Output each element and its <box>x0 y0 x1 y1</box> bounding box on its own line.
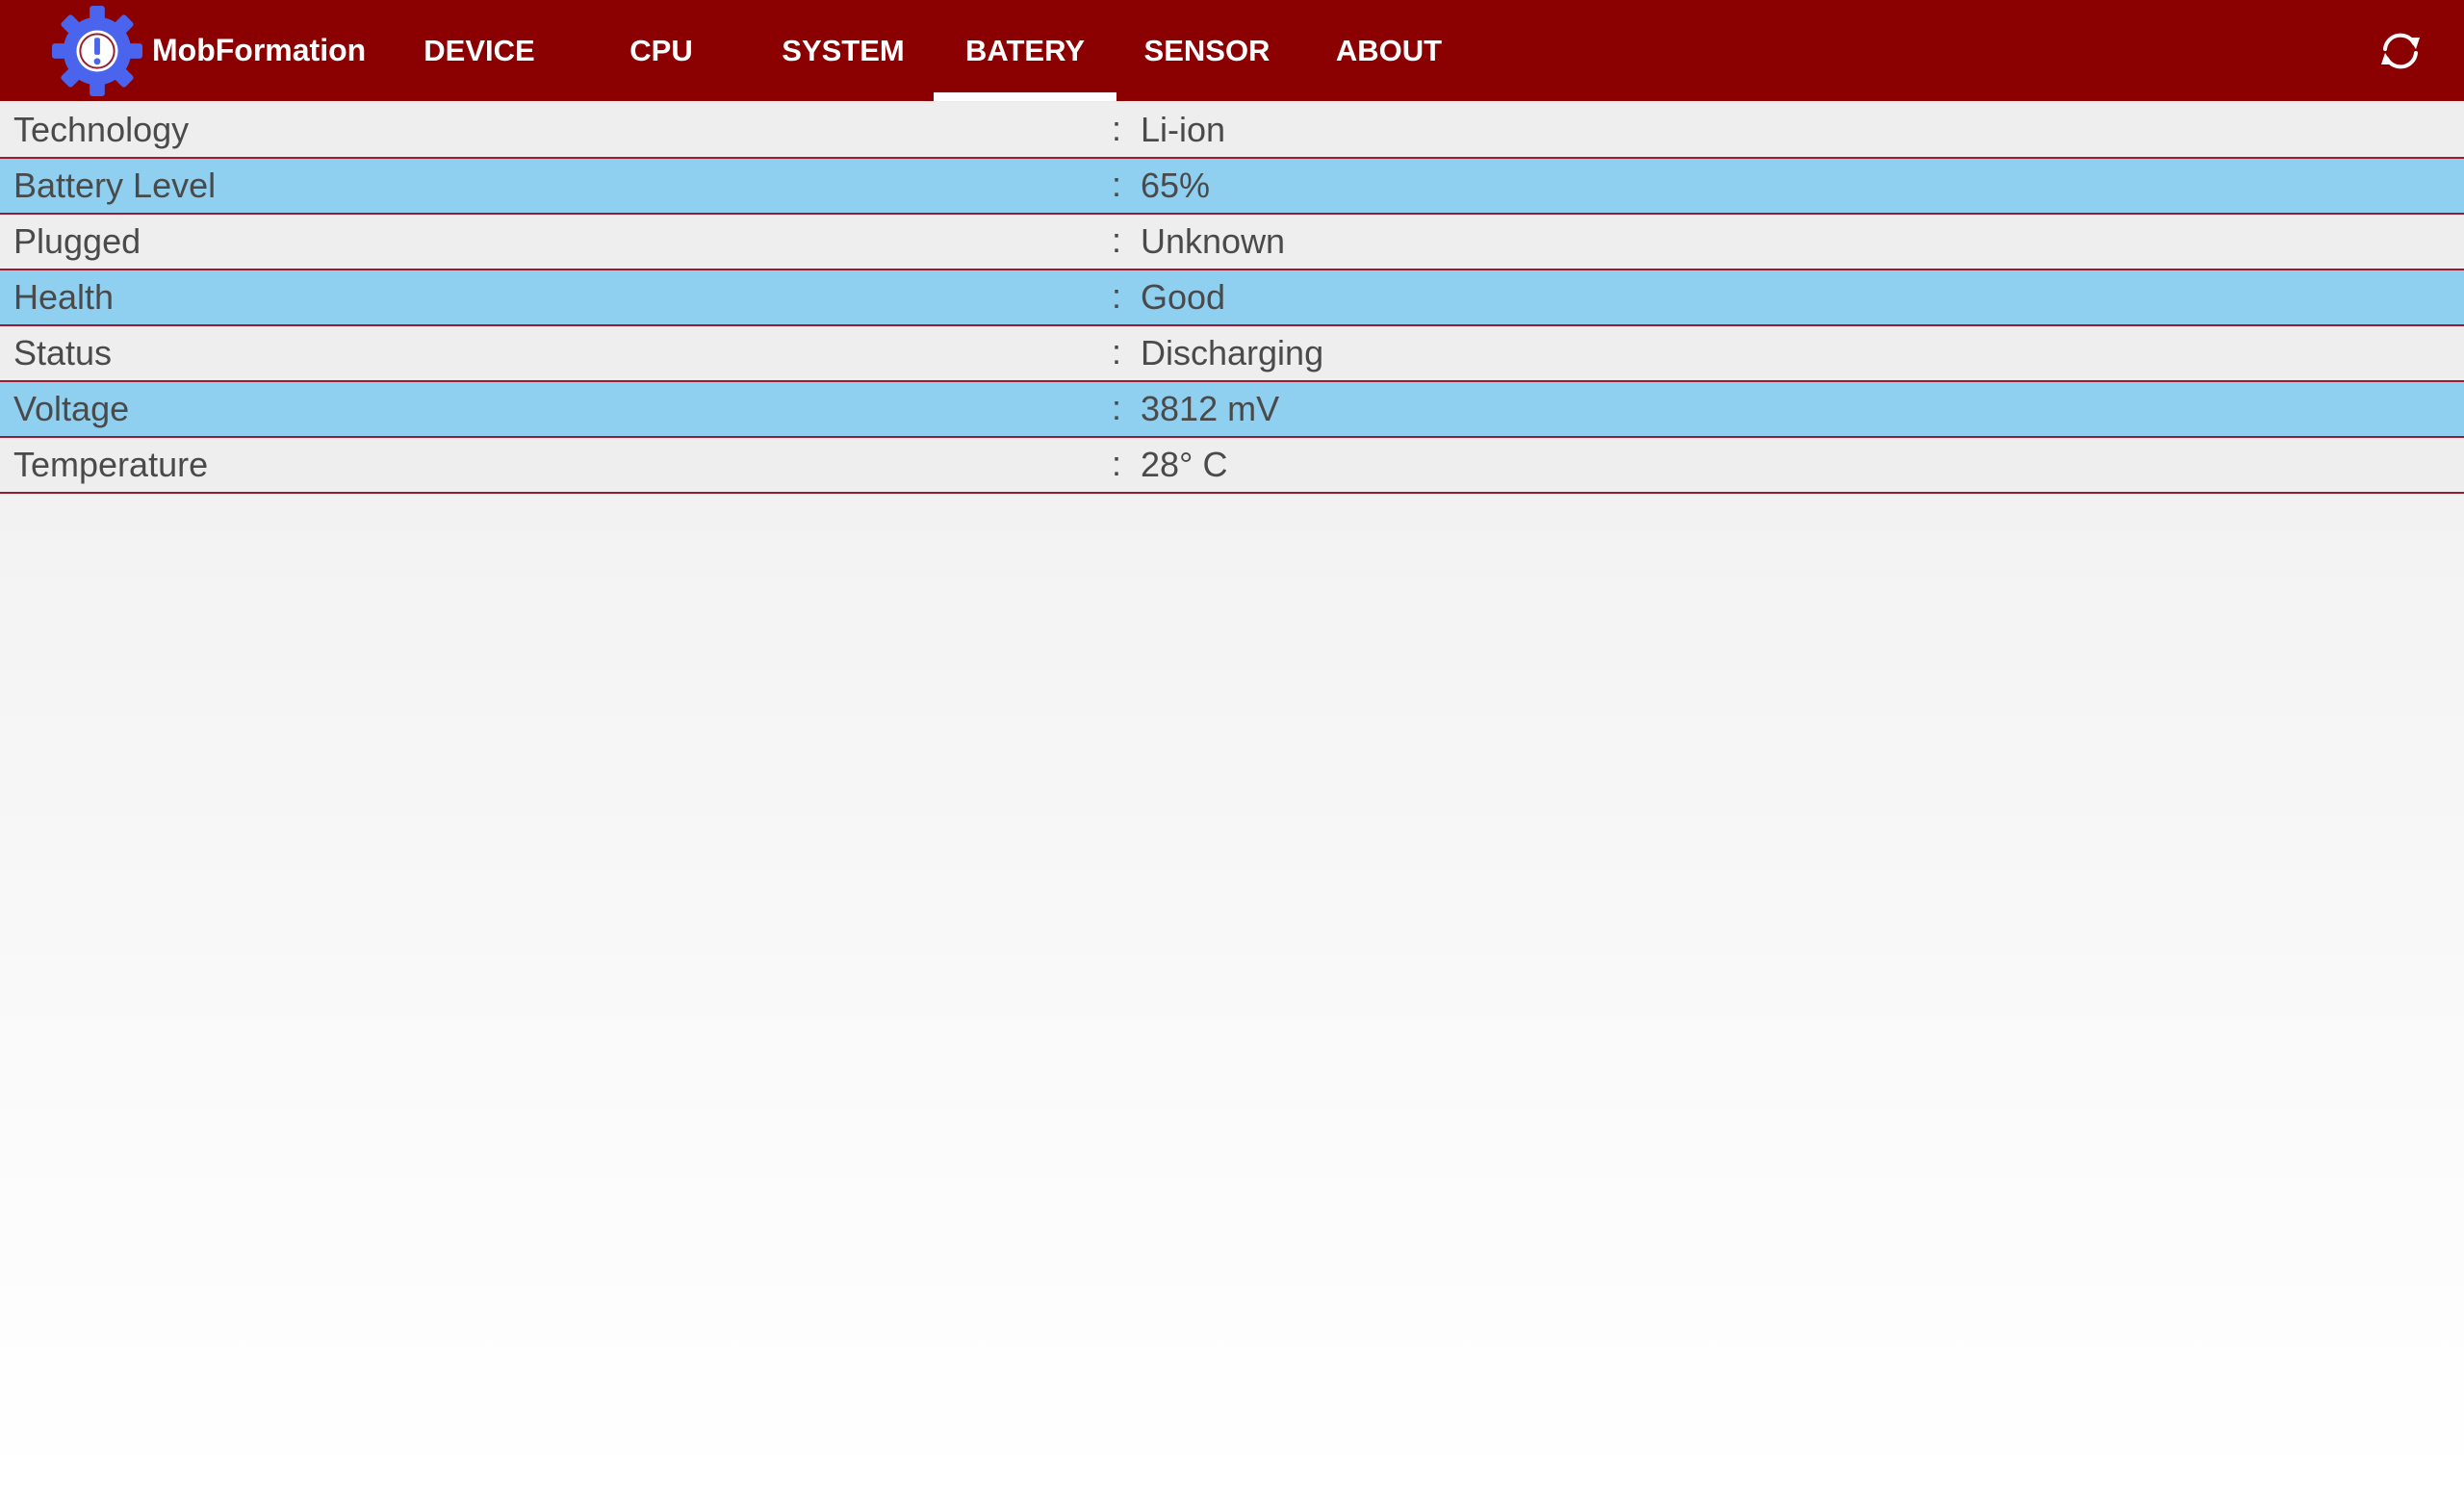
row-value: 28° C <box>1141 445 1228 484</box>
tab-battery[interactable]: BATERY <box>934 0 1116 101</box>
row-separator: : <box>1112 276 1122 316</box>
row-label: Health <box>13 277 115 317</box>
app-title: MobFormation <box>152 33 367 67</box>
row-label: Technology <box>13 110 190 149</box>
table-row-temperature: Temperature : 28° C <box>0 438 2464 494</box>
row-value: 65% <box>1141 166 1211 205</box>
battery-info-table: Technology : Li-ion Battery Level : 65% … <box>0 103 2464 494</box>
row-value: Unknown <box>1141 221 1286 261</box>
row-separator: : <box>1112 165 1122 204</box>
row-value: Li-ion <box>1141 110 1226 149</box>
table-row-voltage: Voltage : 3812 mV <box>0 382 2464 438</box>
tab-system[interactable]: SYSTEM <box>752 0 935 101</box>
table-row-plugged: Plugged : Unknown <box>0 215 2464 270</box>
row-label: Status <box>13 333 113 372</box>
row-label: Battery Level <box>13 166 217 205</box>
table-row-health: Health : Good <box>0 270 2464 326</box>
row-separator: : <box>1112 388 1122 427</box>
row-separator: : <box>1112 109 1122 148</box>
row-label: Plugged <box>13 221 141 261</box>
row-separator: : <box>1112 332 1122 372</box>
gear-info-icon <box>51 5 143 97</box>
table-row-technology: Technology : Li-ion <box>0 103 2464 159</box>
tab-device[interactable]: DEVICE <box>388 0 571 101</box>
row-label: Temperature <box>13 445 209 484</box>
table-row-status: Status : Discharging <box>0 326 2464 382</box>
row-value: Discharging <box>1141 333 1324 372</box>
row-separator: : <box>1112 444 1122 483</box>
app-bar: MobFormation DEVICE CPU SYSTEM BATERY SE… <box>0 0 2464 101</box>
tab-about[interactable]: ABOUT <box>1297 0 1480 101</box>
refresh-icon[interactable] <box>2377 28 2424 74</box>
row-separator: : <box>1112 220 1122 260</box>
row-label: Voltage <box>13 389 130 428</box>
tab-sensor[interactable]: SENSOR <box>1116 0 1298 101</box>
row-value: Good <box>1141 277 1226 317</box>
row-value: 3812 mV <box>1141 389 1280 428</box>
table-row-battery-level: Battery Level : 65% <box>0 159 2464 215</box>
tab-cpu[interactable]: CPU <box>570 0 753 101</box>
